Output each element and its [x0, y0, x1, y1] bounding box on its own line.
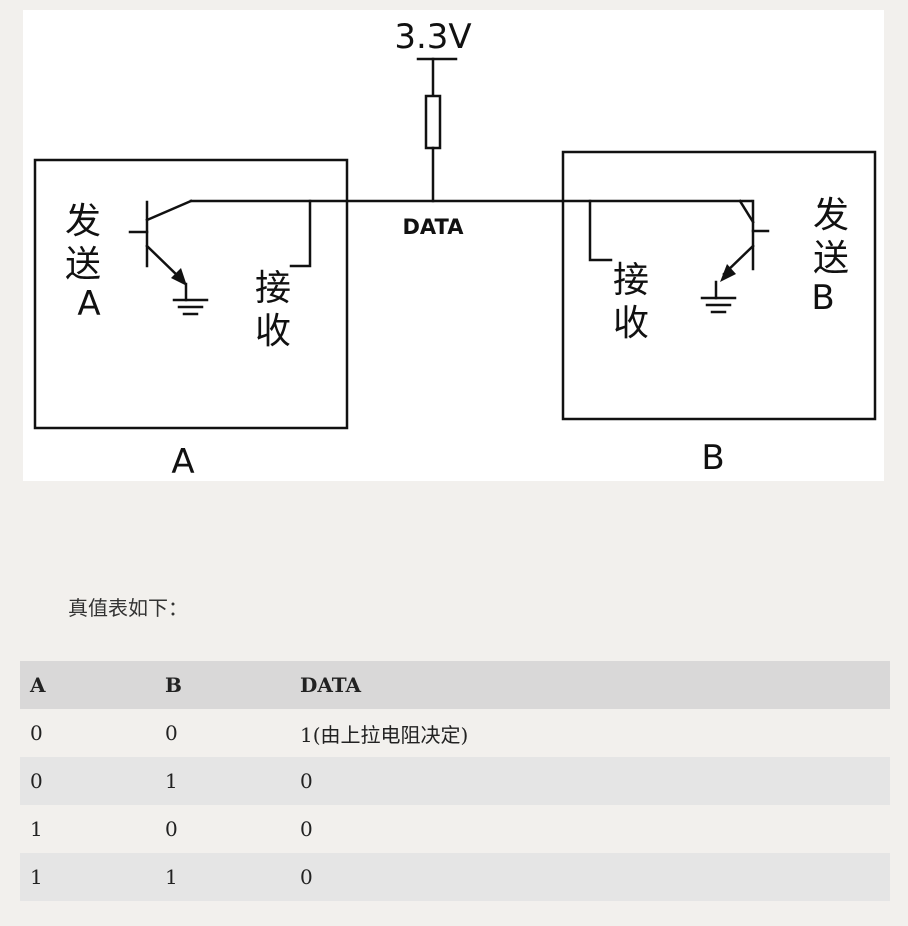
pullup-resistor — [424, 94, 442, 150]
cell-a: 1 — [30, 865, 43, 889]
table-row: 0 0 1(由上拉电阻决定) — [20, 709, 890, 757]
table-header-row: A B DATA — [20, 661, 890, 709]
send-a-label: 发 送 A — [65, 201, 101, 324]
cell-b: 0 — [165, 817, 178, 841]
recv-a-label: 接 收 — [255, 268, 291, 352]
cell-data: 1(由上拉电阻决定) — [300, 722, 469, 747]
header-b: B — [155, 661, 290, 709]
data-label: DATA — [402, 215, 464, 239]
cell-a: 0 — [30, 769, 43, 793]
truth-table: A B DATA 0 0 1(由上拉电阻决定) 0 1 0 1 0 0 1 1 … — [20, 661, 890, 901]
recv-b-label: 接 收 — [613, 260, 649, 344]
transistor-b — [700, 199, 770, 314]
send-b-char-1: 发 — [813, 195, 849, 236]
device-a-label: A — [171, 442, 194, 481]
send-a-char-3: A — [77, 284, 100, 324]
recv-a-char-2: 收 — [255, 311, 291, 352]
cell-b: 1 — [165, 865, 178, 889]
cell-data: 0 — [300, 817, 313, 841]
device-b-label: B — [701, 438, 724, 478]
header-a: A — [20, 661, 155, 709]
recv-b-char-1: 接 — [613, 260, 649, 301]
table-row: 1 0 0 — [20, 805, 890, 853]
cell-data: 0 — [300, 769, 313, 793]
circuit-diagram: 3.3V DATA A 发 送 A 接 收 B 发 送 B 接 收 — [23, 10, 884, 481]
recv-b-char-2: 收 — [613, 303, 649, 344]
cell-b: 0 — [165, 721, 178, 745]
send-a-char-1: 发 — [65, 201, 101, 242]
truth-table-caption: 真值表如下： — [68, 596, 188, 620]
header-data: DATA — [290, 661, 890, 709]
cell-data: 0 — [300, 865, 313, 889]
send-b-char-2: 送 — [813, 238, 849, 279]
cell-a: 0 — [30, 721, 43, 745]
vcc-label: 3.3V — [394, 17, 471, 57]
emitter-arrow-b — [720, 264, 736, 282]
send-a-char-2: 送 — [65, 244, 101, 285]
recv-b-wire — [588, 199, 613, 262]
recv-a-char-1: 接 — [255, 268, 291, 309]
transistor-a — [128, 199, 209, 316]
table-row: 1 1 0 — [20, 853, 890, 901]
cell-b: 1 — [165, 769, 178, 793]
send-b-label: 发 送 B — [811, 195, 849, 318]
circuit-svg: 3.3V DATA A 发 送 A 接 收 B 发 送 B 接 收 — [33, 17, 877, 481]
send-b-char-3: B — [811, 278, 834, 318]
table-row: 0 1 0 — [20, 757, 890, 805]
cell-a: 1 — [30, 817, 43, 841]
recv-a-wire — [289, 199, 312, 268]
